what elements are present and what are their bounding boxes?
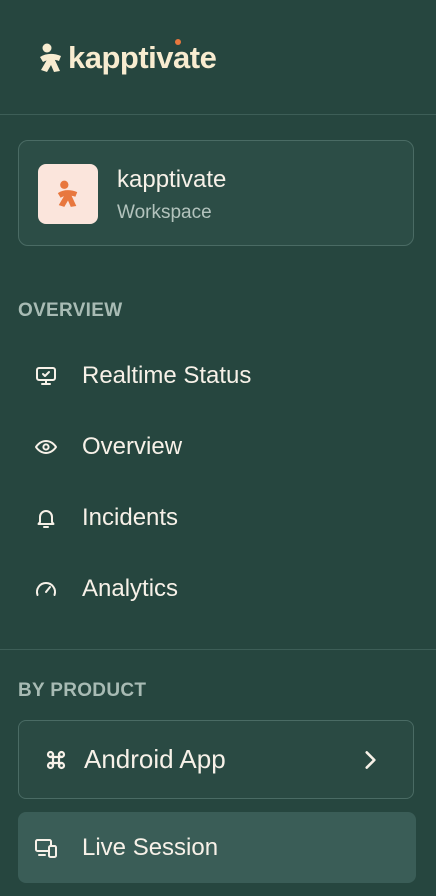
kapptivate-logo-icon (40, 43, 61, 72)
nav-item-label: Realtime Status (82, 362, 252, 389)
eye-icon (32, 433, 60, 461)
kapptivate-logo-icon (57, 180, 78, 207)
divider (0, 649, 436, 650)
product-selector[interactable]: Android App (18, 720, 414, 799)
divider (0, 114, 436, 115)
nav-item-analytics[interactable]: Analytics (18, 564, 416, 614)
sidebar: kapptivate kapptivate Workspace OVERVIEW… (0, 0, 436, 896)
product-label: Android App (84, 744, 226, 774)
nav-item-label: Analytics (82, 575, 179, 602)
monitor-icon (32, 362, 60, 390)
brand-accent-dot (175, 39, 181, 45)
nav-item-realtime-status[interactable]: Realtime Status (18, 351, 416, 401)
workspace-avatar (38, 164, 98, 224)
section-label-by-product: BY PRODUCT (18, 680, 147, 701)
chevron-right-icon (365, 751, 376, 769)
nav-item-live-session[interactable]: Live Session (18, 812, 416, 883)
nav-item-incidents[interactable]: Incidents (18, 493, 416, 543)
bell-icon (32, 504, 60, 532)
brand-logo[interactable]: kapptivate (38, 39, 217, 76)
brand-name: kapptivate (68, 40, 217, 75)
command-icon (42, 746, 70, 774)
section-label-overview: OVERVIEW (18, 300, 123, 321)
nav-item-label: Overview (82, 433, 183, 460)
nav-item-label: Live Session (82, 833, 219, 861)
workspace-switcher[interactable]: kapptivate Workspace (18, 140, 414, 246)
gauge-icon (32, 575, 60, 603)
nav-item-overview[interactable]: Overview (18, 422, 416, 472)
workspace-name: kapptivate (117, 166, 227, 193)
devices-icon (32, 834, 60, 862)
nav-item-label: Incidents (82, 504, 179, 531)
workspace-subtitle: Workspace (117, 202, 212, 223)
